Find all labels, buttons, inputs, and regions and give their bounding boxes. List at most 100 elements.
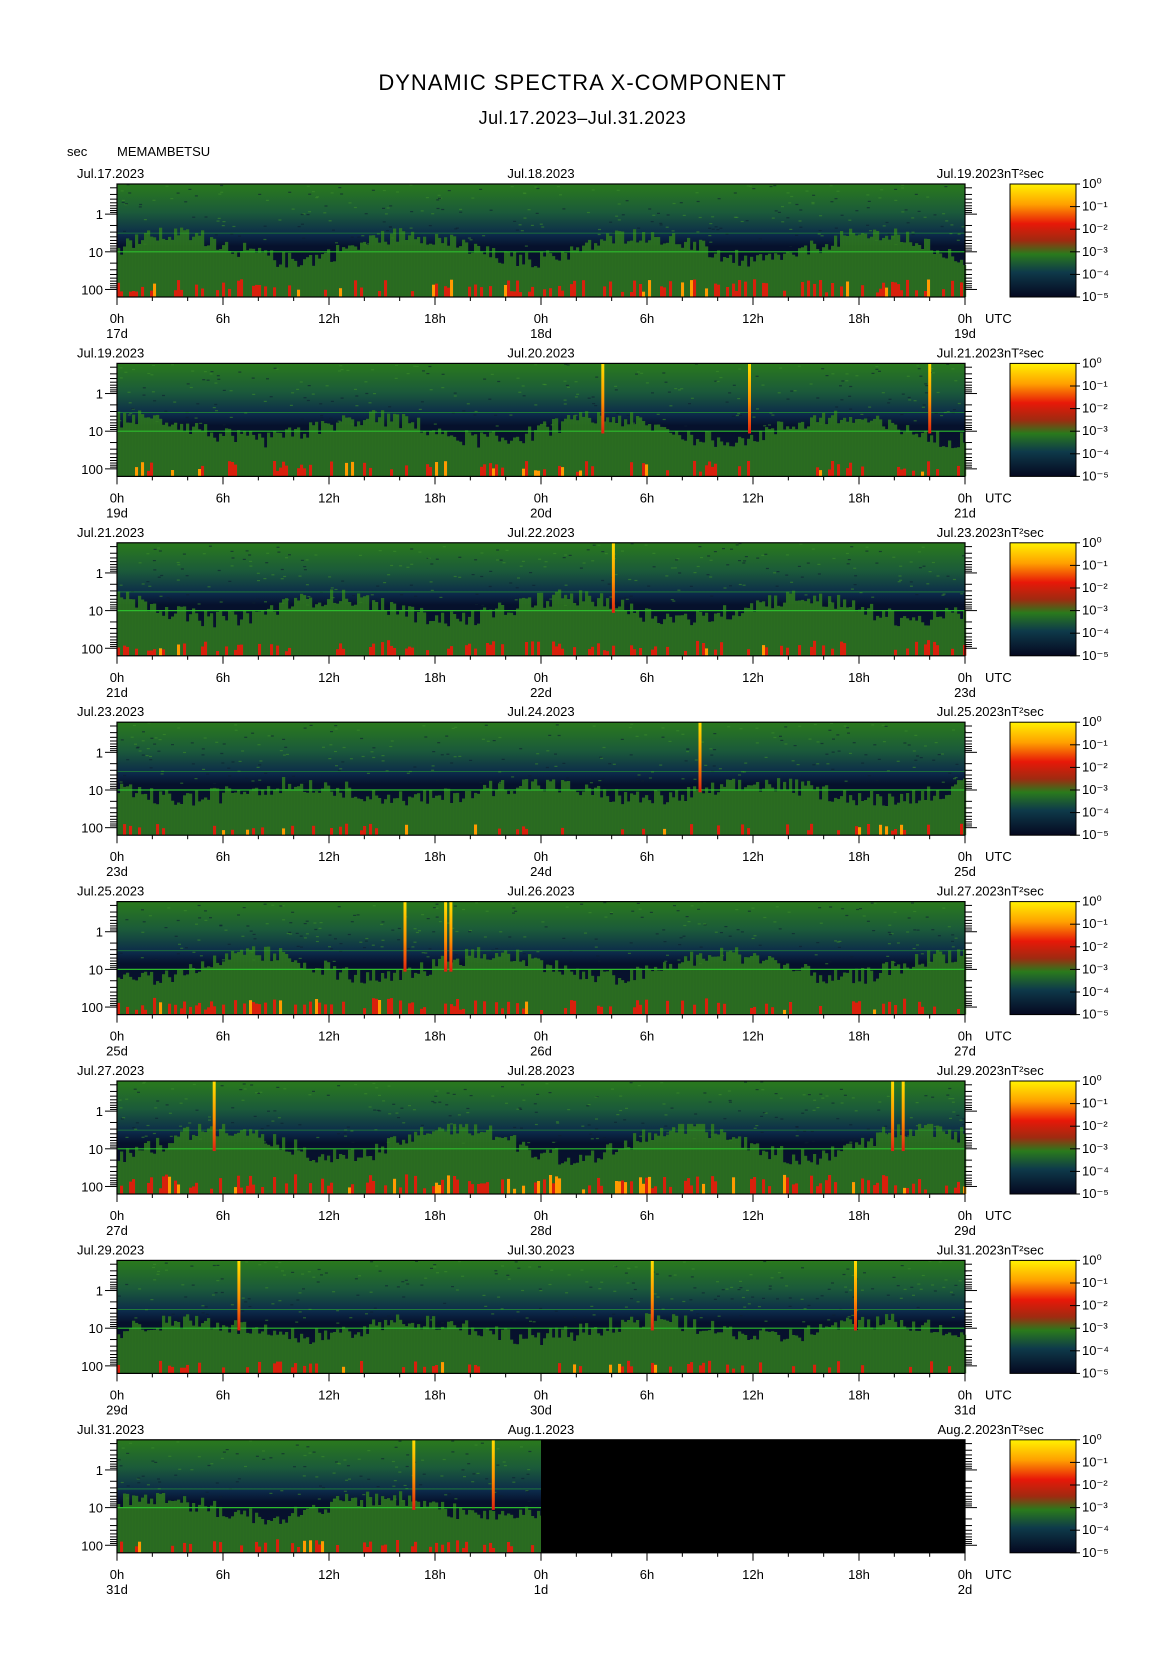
colorbar-unit-label: nT²sec (1004, 1063, 1044, 1078)
x-tick-label: 12h (318, 670, 340, 685)
day-label-end: 27d (954, 1044, 976, 1059)
x-tick-label: 12h (318, 849, 340, 864)
day-label-mid: 22d (530, 685, 552, 700)
colorbar-tick-label: 10⁻¹ (1082, 557, 1108, 572)
colorbar-tick-label: 10⁻² (1082, 401, 1108, 416)
event-spike (444, 901, 448, 972)
colorbar-unit-label: nT²sec (1004, 1422, 1044, 1437)
spectrogram-panel-6: Jul.27.2023 Jul.28.2023 Jul.29.2023 1 10 100 0… (77, 1063, 1109, 1238)
x-tick-label: 0h (958, 1208, 972, 1223)
x-tick-label: 18h (848, 490, 870, 505)
station-name: MEMAMBETSU (117, 144, 210, 159)
spectrogram-panel-2: Jul.19.2023 Jul.20.2023 Jul.21.2023 1 10 100 0… (77, 345, 1109, 520)
y-tick-label: 10 (89, 424, 103, 439)
x-tick-label: 18h (848, 1567, 870, 1582)
colorbar-tick-label: 10⁻¹ (1082, 378, 1108, 393)
colorbar-tick-label: 10⁻¹ (1082, 1096, 1108, 1111)
y-tick-label: 10 (89, 962, 103, 977)
x-tick-label: 0h (534, 1387, 548, 1402)
x-tick-label: 0h (958, 311, 972, 326)
colorbar-tick-label: 10⁻³ (1082, 1141, 1108, 1156)
colorbar (1009, 1259, 1077, 1374)
colorbar-unit-label: nT²sec (1004, 525, 1044, 540)
x-tick-label: 0h (110, 1387, 124, 1402)
y-tick-label: 100 (81, 462, 103, 477)
colorbar (1009, 542, 1077, 657)
panel-date-mid: Jul.20.2023 (507, 345, 574, 360)
event-spike (449, 901, 453, 972)
day-label-end: 25d (954, 864, 976, 879)
y-tick-label: 10 (89, 1142, 103, 1157)
y-tick-label: 10 (89, 604, 103, 619)
day-label-mid: 18d (530, 326, 552, 341)
day-label-start: 17d (106, 326, 128, 341)
x-tick-label: 6h (640, 1387, 654, 1402)
colorbar-tick-label: 10⁻¹ (1082, 1275, 1108, 1290)
spectrogram-panel-5: Jul.25.2023 Jul.26.2023 Jul.27.2023 1 10 100 0… (77, 884, 1109, 1059)
x-tick-label: 6h (216, 670, 230, 685)
x-tick-label: 18h (424, 849, 446, 864)
x-unit-label: UTC (985, 1029, 1012, 1044)
colorbar-tick-label: 10⁻¹ (1082, 916, 1108, 931)
x-tick-label: 18h (848, 849, 870, 864)
day-label-start: 27d (106, 1223, 128, 1238)
y-tick-label: 10 (89, 245, 103, 260)
x-tick-label: 0h (534, 849, 548, 864)
day-label-mid: 26d (530, 1044, 552, 1059)
colorbar-tick-label: 10⁻³ (1082, 1500, 1108, 1515)
colorbar-tick-label: 10⁻⁴ (1082, 1522, 1109, 1537)
x-tick-label: 6h (640, 1029, 654, 1044)
colorbar-unit-label: nT²sec (1004, 704, 1044, 719)
x-tick-label: 12h (318, 1208, 340, 1223)
event-spike (491, 1439, 495, 1510)
x-tick-label: 18h (848, 1208, 870, 1223)
day-label-mid: 1d (534, 1582, 548, 1597)
panel-date-right: Jul.25.2023 (937, 704, 1004, 719)
y-tick-label: 1 (96, 1104, 103, 1119)
colorbar-tick-label: 10⁻¹ (1082, 737, 1108, 752)
y-tick-label: 100 (81, 821, 103, 836)
event-spike (891, 1081, 895, 1152)
colorbar (1009, 362, 1077, 477)
colorbar-tick-label: 10⁻⁴ (1082, 984, 1109, 999)
x-tick-label: 18h (424, 311, 446, 326)
x-tick-label: 0h (110, 1029, 124, 1044)
x-tick-label: 6h (640, 490, 654, 505)
spectrogram-panel-1: Jul.17.2023 Jul.18.2023 Jul.19.2023 1 10 100 0… (77, 166, 1109, 341)
colorbar-tick-label: 10⁰ (1082, 1073, 1102, 1088)
x-tick-label: 0h (958, 1387, 972, 1402)
x-tick-label: 0h (958, 670, 972, 685)
day-label-mid: 24d (530, 864, 552, 879)
colorbar-tick-label: 10⁰ (1082, 176, 1102, 191)
x-tick-label: 0h (110, 311, 124, 326)
spectrogram-panel-3: Jul.21.2023 Jul.22.2023 Jul.23.2023 1 10 100 0… (77, 525, 1109, 700)
colorbar-unit-label: nT²sec (1004, 166, 1044, 181)
event-spike (698, 722, 702, 793)
x-tick-label: 12h (318, 311, 340, 326)
colorbar-tick-label: 10⁻³ (1082, 603, 1108, 618)
panel-date-right: Jul.19.2023 (937, 166, 1004, 181)
x-tick-label: 12h (742, 1029, 764, 1044)
spectrogram-panel-7: Jul.29.2023 Jul.30.2023 Jul.31.2023 1 10 100 0… (77, 1242, 1109, 1417)
panel-date-mid: Jul.28.2023 (507, 1063, 574, 1078)
colorbar-tick-label: 10⁻⁵ (1082, 289, 1109, 304)
colorbar-tick-label: 10⁰ (1082, 894, 1102, 909)
colorbar-tick-label: 10⁰ (1082, 535, 1102, 550)
spectrogram-panel-8: Jul.31.2023 Aug.1.2023 Aug.2.2023 1 10 100 0h 6… (77, 1422, 1109, 1597)
x-tick-label: 18h (424, 490, 446, 505)
y-tick-label: 1 (96, 387, 103, 402)
x-tick-label: 0h (110, 849, 124, 864)
x-unit-label: UTC (985, 1387, 1012, 1402)
x-tick-label: 12h (742, 1208, 764, 1223)
panel-date-left: Jul.25.2023 (77, 884, 144, 899)
day-label-mid: 28d (530, 1223, 552, 1238)
x-tick-label: 18h (848, 1029, 870, 1044)
colorbar-tick-label: 10⁻⁵ (1082, 827, 1109, 842)
panel-date-right: Jul.27.2023 (937, 884, 1004, 899)
x-tick-label: 0h (958, 1567, 972, 1582)
colorbar-tick-label: 10⁻³ (1082, 423, 1108, 438)
x-unit-label: UTC (985, 1567, 1012, 1582)
y-unit-label: sec (67, 144, 88, 159)
x-tick-label: 12h (742, 490, 764, 505)
x-unit-label: UTC (985, 1208, 1012, 1223)
